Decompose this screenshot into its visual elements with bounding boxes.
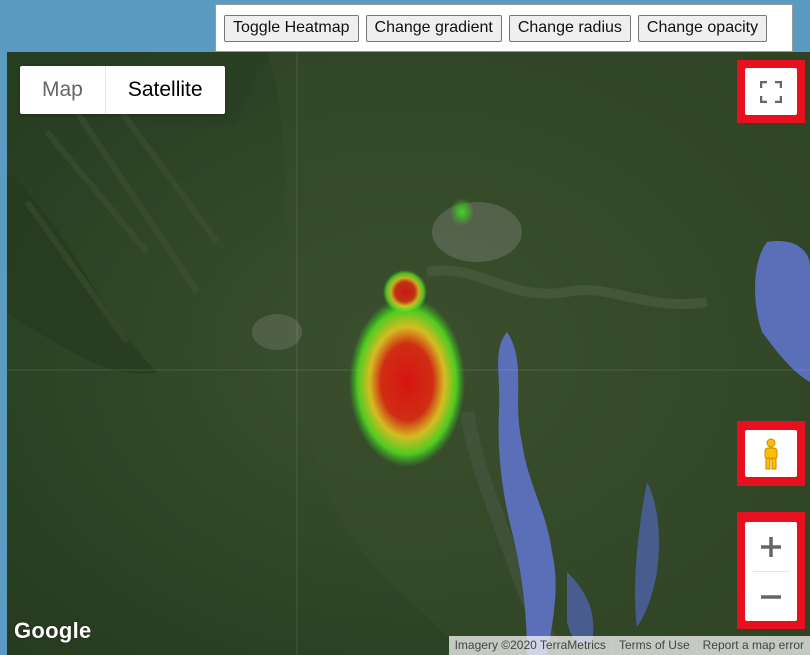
fullscreen-button[interactable] [745, 68, 797, 115]
google-logo: Google [14, 618, 92, 643]
satellite-imagery [7, 52, 810, 655]
imagery-credit: Imagery ©2020 TerraMetrics [454, 638, 606, 652]
zoom-out-button[interactable] [745, 572, 797, 621]
pegman-icon [764, 438, 778, 469]
change-opacity-button[interactable]: Change opacity [637, 14, 768, 42]
map-type-satellite-button[interactable]: Satellite [106, 66, 225, 114]
street-view-pegman-button[interactable] [745, 430, 797, 477]
heatmap-control-panel: Toggle Heatmap Change gradient Change ra… [215, 4, 793, 52]
plus-icon [761, 536, 781, 557]
map-attribution: Imagery ©2020 TerraMetrics Terms of Use … [448, 636, 810, 655]
map-canvas[interactable]: Map Satellite Google Imagery ©2020 Terra… [7, 52, 810, 655]
zoom-control [745, 522, 797, 621]
change-radius-button[interactable]: Change radius [508, 14, 631, 42]
fullscreen-icon [760, 80, 782, 103]
map-type-control: Map Satellite [20, 66, 225, 114]
report-map-error-link[interactable]: Report a map error [695, 636, 810, 655]
terms-of-use-link[interactable]: Terms of Use [611, 636, 696, 655]
zoom-in-button[interactable] [745, 522, 797, 571]
toggle-heatmap-button[interactable]: Toggle Heatmap [224, 14, 359, 42]
minus-icon [761, 594, 781, 599]
change-gradient-button[interactable]: Change gradient [365, 14, 502, 42]
map-type-map-button[interactable]: Map [20, 66, 106, 114]
